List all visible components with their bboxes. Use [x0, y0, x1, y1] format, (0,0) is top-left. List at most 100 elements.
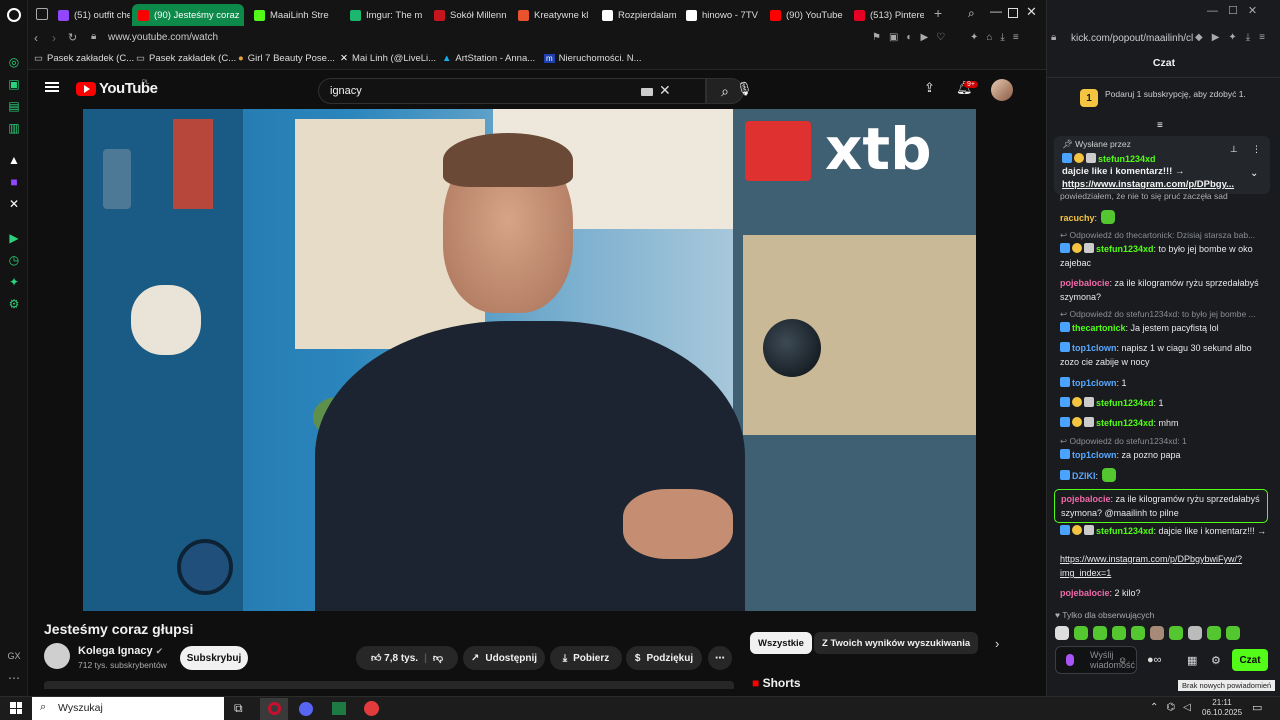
- channel-name[interactable]: Kolega Ignacy ✔: [78, 645, 163, 657]
- reply-reference[interactable]: ↩ Odpowiedź do stefun1234xd: 1: [1060, 436, 1272, 447]
- chat-username[interactable]: pojebalocie: [1060, 588, 1110, 598]
- window-controls[interactable]: —☐✕: [1207, 4, 1267, 17]
- bookmark-folder[interactable]: ▭ Pasek zakładek (C...: [34, 53, 134, 64]
- chat-username[interactable]: DZIKI: [1072, 471, 1096, 481]
- browser-tab[interactable]: Rozpierdalam: [596, 4, 676, 26]
- menu-icon[interactable]: [45, 82, 59, 92]
- kick-toolbar-icons[interactable]: ◆▶✦⤓≡: [1195, 32, 1274, 43]
- browser-tab[interactable]: (90) YouTube: [764, 4, 844, 26]
- chips-next-icon[interactable]: ›: [995, 636, 999, 651]
- minimize-icon[interactable]: —: [990, 4, 1002, 18]
- twitch-icon[interactable]: ■: [6, 174, 22, 190]
- chat-input[interactable]: Wyślij wiadomość ☺: [1055, 646, 1137, 674]
- emote-icon[interactable]: [1055, 626, 1069, 640]
- back-icon[interactable]: ‹: [34, 31, 38, 45]
- opera-taskbar-icon[interactable]: [260, 698, 288, 720]
- sidebar-app-icon[interactable]: ▤: [6, 98, 22, 114]
- emote-icon[interactable]: [1150, 626, 1164, 640]
- emote-icon[interactable]: [1188, 626, 1202, 640]
- share-button[interactable]: ↗ Udostępnij: [463, 646, 545, 670]
- bookmark-link[interactable]: m Nieruchomości. N...: [544, 53, 642, 64]
- video-player[interactable]: xtb: [83, 109, 976, 611]
- chat-username[interactable]: stefun1234xd: [1096, 398, 1154, 408]
- opera-logo-icon[interactable]: [7, 8, 21, 22]
- unpin-icon[interactable]: ⊥: [1230, 144, 1238, 155]
- page-scrollbar[interactable]: [1034, 80, 1040, 680]
- tokens-icon[interactable]: ●∞: [1147, 654, 1162, 666]
- chat-username[interactable]: stefun1234xd: [1096, 244, 1154, 254]
- youtube-logo-icon[interactable]: [76, 82, 96, 96]
- download-button[interactable]: ⤓ Pobierz: [550, 646, 622, 670]
- chip-all[interactable]: Wszystkie: [750, 632, 812, 654]
- sidebar-app-icon[interactable]: ▣: [6, 76, 22, 92]
- address-bar-actions[interactable]: ⚑▣◐▶♡: [872, 32, 953, 43]
- browser-tab[interactable]: hinowo - 7TV: [680, 4, 760, 26]
- emote-icon[interactable]: [1207, 626, 1221, 640]
- sidebar-app-icon[interactable]: ◎: [6, 54, 22, 70]
- emote-icon[interactable]: [1074, 626, 1088, 640]
- kick-url-field[interactable]: kick.com/popout/maailinh/cl: [1071, 33, 1193, 44]
- pinned-link[interactable]: https://www.instagram.com/p/DPbgy...: [1062, 179, 1234, 190]
- subscribe-button[interactable]: Subskrybuj: [180, 646, 248, 670]
- emote-icon[interactable]: [1131, 626, 1145, 640]
- browser-tab[interactable]: (51) outfit che: [52, 4, 130, 26]
- bookmark-link[interactable]: ▲ ArtStation - Anna...: [442, 53, 535, 64]
- filter-icon[interactable]: ≡: [1157, 120, 1163, 131]
- notifications-icon[interactable]: ▭: [1252, 701, 1262, 714]
- chat-username[interactable]: stefun1234xd: [1096, 418, 1154, 428]
- reply-reference[interactable]: ↩ Odpowiedź do thecartonick: Dzisiaj sta…: [1060, 230, 1272, 241]
- more-icon[interactable]: ⋯: [6, 670, 22, 686]
- dislike-button[interactable]: 👎︎: [433, 652, 443, 664]
- chat-username[interactable]: thecartonick: [1072, 323, 1126, 333]
- maximize-icon[interactable]: [1008, 8, 1018, 18]
- extensions-icon[interactable]: ✦: [6, 274, 22, 290]
- taskbar-search[interactable]: ⌕ Wyszukaj: [32, 697, 224, 720]
- browser-tab[interactable]: Sokół Millenn: [428, 4, 508, 26]
- bookmark-link[interactable]: ✕ Mai Linh (@LiveLi...: [340, 53, 436, 64]
- reply-reference[interactable]: ↩ Odpowiedź do stefun1234xd: to było jej…: [1060, 309, 1272, 320]
- bookmark-link[interactable]: ● Girl 7 Beauty Pose...: [238, 53, 335, 64]
- close-icon[interactable]: ✕: [1026, 4, 1037, 20]
- sidebar-app-icon[interactable]: ▲: [6, 152, 22, 168]
- chat-username[interactable]: racuchy: [1060, 213, 1095, 223]
- browser-tab[interactable]: (90) Jesteśmy coraz: [132, 4, 244, 26]
- emote-icon[interactable]: [1112, 626, 1126, 640]
- expand-icon[interactable]: ⌄: [1250, 168, 1258, 179]
- reload-icon[interactable]: ↻: [68, 31, 77, 44]
- emoji-icon[interactable]: ☺: [1118, 655, 1127, 665]
- url-field[interactable]: www.youtube.com/watch: [108, 32, 218, 43]
- search-input[interactable]: ignacy ✕: [318, 78, 706, 104]
- clear-search-icon[interactable]: ✕: [659, 82, 671, 99]
- upload-icon[interactable]: ⇪: [924, 80, 935, 96]
- chat-username[interactable]: top1clown: [1072, 343, 1117, 353]
- pinned-menu-icon[interactable]: ⋮: [1252, 144, 1261, 155]
- bookmark-folder[interactable]: ▭ Pasek zakładek (C...: [136, 53, 236, 64]
- settings-icon[interactable]: ⚙: [6, 296, 22, 312]
- microphone-icon[interactable]: 🎙︎: [736, 81, 753, 97]
- chat-username[interactable]: pojebalocie: [1060, 278, 1110, 288]
- search-tabs-icon[interactable]: ⌕: [968, 6, 975, 21]
- toolbar-icons[interactable]: ✦⌂⤓≡: [970, 32, 1027, 43]
- browser-tab[interactable]: Kreatywne kl: [512, 4, 592, 26]
- pinned-message[interactable]: 📌︎ Wysłane przez stefun1234xd dajcie lik…: [1054, 136, 1270, 194]
- chat-username[interactable]: pojebalocie: [1061, 494, 1111, 504]
- excel-taskbar-icon[interactable]: [332, 702, 346, 715]
- task-view-icon[interactable]: ⧉: [234, 701, 243, 716]
- emote-icon[interactable]: [1169, 626, 1183, 640]
- pinned-user[interactable]: stefun1234xd: [1062, 153, 1156, 164]
- browser-tab[interactable]: (513) Pinterest: [848, 4, 924, 26]
- chat-username[interactable]: stefun1234xd: [1096, 526, 1154, 536]
- x-icon[interactable]: ✕: [6, 196, 22, 212]
- chat-scrollbar[interactable]: [1273, 80, 1277, 660]
- chip-from-search[interactable]: Z Twoich wyników wyszukiwania: [814, 632, 979, 654]
- history-icon[interactable]: ◷: [6, 252, 22, 268]
- emote-icon[interactable]: [1226, 626, 1240, 640]
- channel-avatar[interactable]: [44, 643, 70, 669]
- clock[interactable]: 21:11 06.10.2025: [1202, 698, 1242, 718]
- like-button[interactable]: 👍︎ 7,8 tys.: [371, 652, 418, 664]
- gx-icon[interactable]: GX: [6, 648, 22, 664]
- app-taskbar-icon[interactable]: [364, 701, 379, 716]
- discord-taskbar-icon[interactable]: [299, 702, 313, 716]
- chat-username[interactable]: top1clown: [1072, 378, 1117, 388]
- chat-username[interactable]: top1clown: [1072, 450, 1117, 460]
